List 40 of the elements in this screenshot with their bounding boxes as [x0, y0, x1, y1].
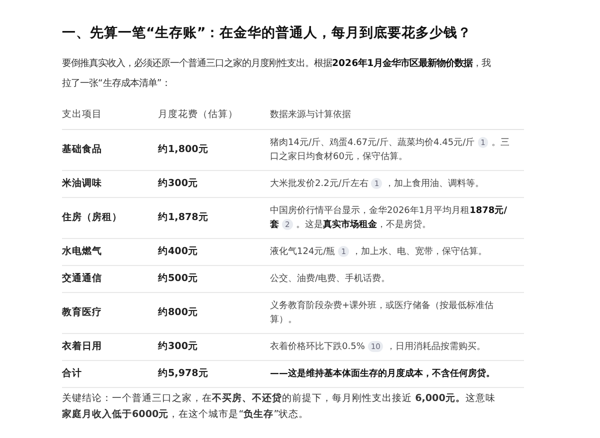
table-cell: 水电燃气: [62, 246, 102, 257]
table-cell: 约1,878元: [158, 212, 208, 223]
section-heading: 一、先算一笔“生存账”：在金华的普通人，每月到底要花多少钱？: [62, 24, 473, 42]
intro-text: 拉了一张“生存成本清单”：: [62, 78, 171, 89]
basis-text: 中国房价行情平台显示，金华2026年1月平均月租1878元/: [270, 206, 507, 216]
table-cell: 约800元: [158, 307, 198, 318]
intro-text: 要倒推真实收入，必须还原一个普通三口之家的月度刚性支出。根据2026年1月金华市区最新物价数据，我: [62, 58, 491, 69]
basis-text: 。这是真实市场租金，不是房贷。: [296, 220, 431, 230]
basis-text: 。三: [491, 138, 510, 148]
basis-text: ，日用消耗品按需购买。: [386, 342, 486, 352]
basis-text: 义务教育阶段杂费+课外班，或医疗储备（按最低标准估: [270, 301, 494, 311]
conclusion-text: 关键结论：一个普通三口之家，在不买房、不还贷的前提下，每月刚性支出接近 6,000元。这意味: [62, 393, 496, 404]
basis-text: 衣着价格环比下跌0.5%: [270, 342, 365, 352]
table-cell: 米油调味: [62, 178, 102, 189]
table-cell: 约500元: [158, 273, 198, 284]
table-cell: 约300元: [158, 178, 198, 189]
basis-text: 液化气124元/瓶: [270, 247, 336, 257]
table-cell: 约300元: [158, 341, 198, 352]
table-cell: 约1,800元: [158, 144, 208, 155]
basis-text: 口之家日均食材60元，保守估算。: [270, 152, 408, 162]
basis-text: 算）。: [270, 315, 297, 325]
table-cell: 教育医疗: [62, 307, 102, 318]
table-cell: 合计: [62, 368, 82, 379]
table-cell: 交通通信: [62, 273, 102, 284]
table-cell: 约5,978元: [158, 368, 208, 379]
basis-text: 大米批发价2.2元/斤左右: [270, 179, 368, 189]
conclusion-text: 家庭月收入低于6000元，在这个城市是“负生存”状态。: [62, 409, 309, 420]
column-header: 支出项目: [62, 109, 102, 120]
basis-text: 公交、油费/电费、手机话费。: [270, 274, 390, 284]
column-header: 数据来源与计算依据: [270, 110, 351, 120]
table-cell: 基础食品: [62, 144, 102, 155]
table-cell: 住房（房租）: [62, 212, 122, 223]
basis-text: ，加上水、电、宽带，保守估算。: [352, 247, 487, 257]
basis-text: ，加上食用油、调料等。: [385, 179, 484, 189]
basis-text: ——这是维持基本体面生存的月度成本，不含任何房贷。: [270, 369, 495, 379]
column-header: 月度花费（估算）: [158, 109, 238, 120]
table-cell: 衣着日用: [62, 341, 102, 352]
basis-text: 猪肉14元/斤、鸡蛋4.67元/斤、蔬菜均价4.45元/斤: [270, 138, 475, 148]
basis-text: 套: [270, 220, 279, 230]
table-cell: 约400元: [158, 246, 198, 257]
